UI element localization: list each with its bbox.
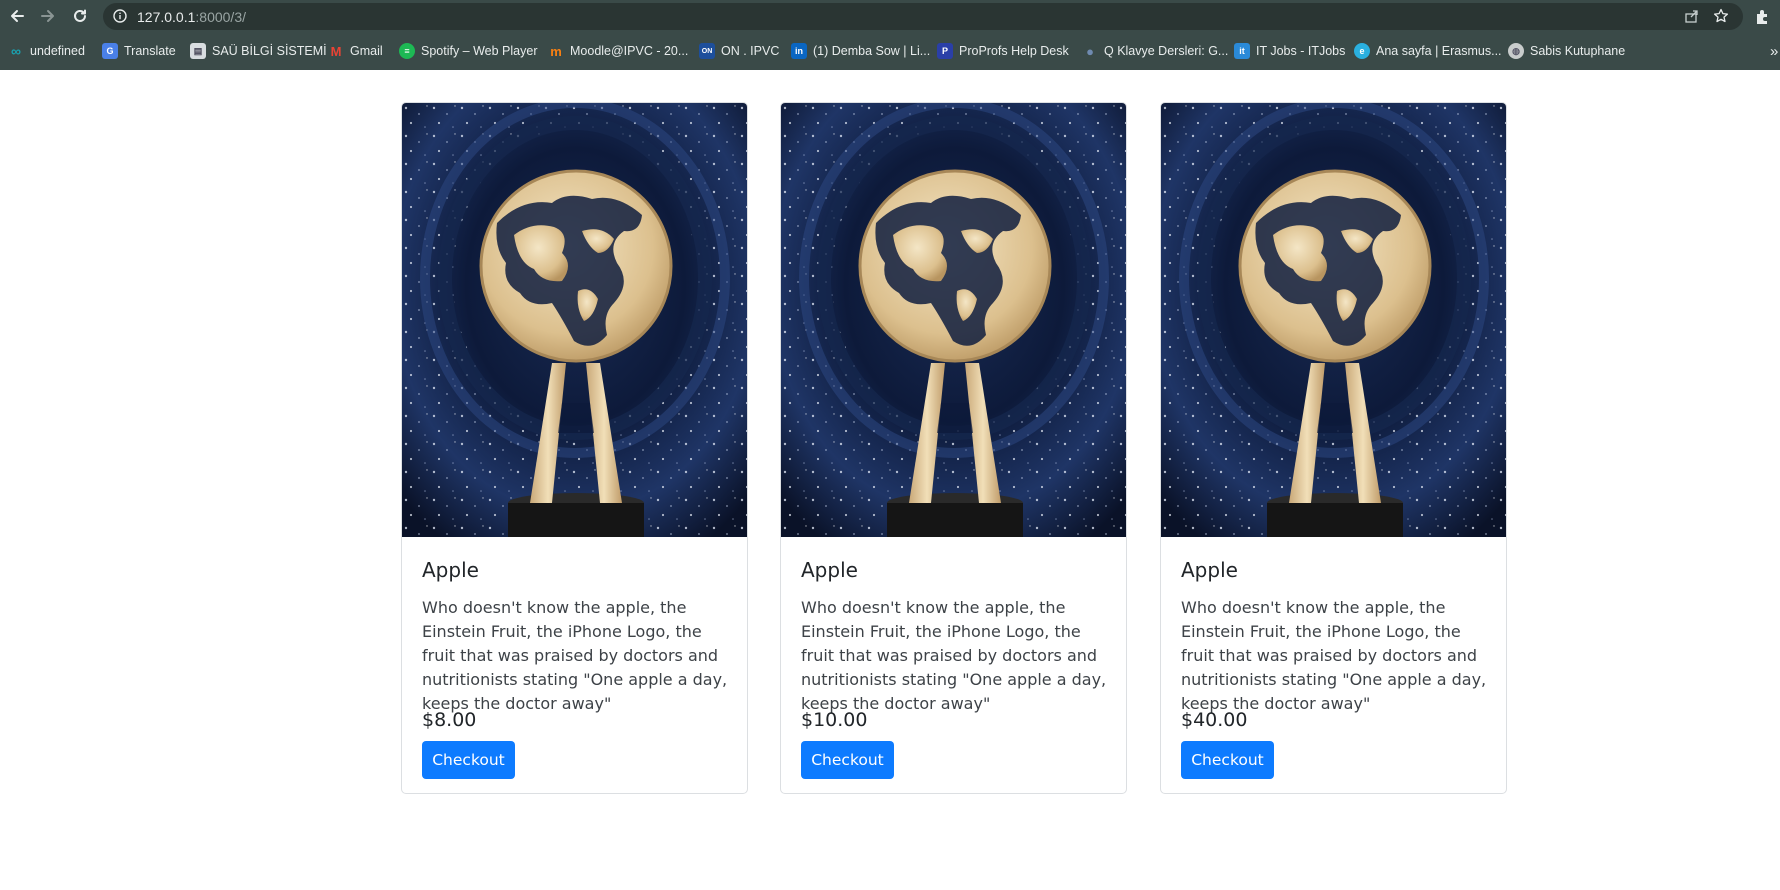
spotify-icon: ≡: [399, 43, 415, 59]
bookmark-label: SAÜ BİLGİ SİSTEMİ: [212, 44, 327, 58]
bookmark-erasmus[interactable]: e Ana sayfa | Erasmus...: [1354, 41, 1502, 61]
product-title: Apple: [422, 558, 479, 582]
product-price: $10.00: [801, 709, 868, 731]
bookmark-proprofs[interactable]: P ProProfs Help Desk: [937, 41, 1069, 61]
moodle-icon: m: [550, 43, 562, 59]
bookmark-label: undefined: [30, 44, 85, 58]
bookmark-sau-bilgi[interactable]: ▤ SAÜ BİLGİ SİSTEMİ: [190, 41, 327, 61]
checkout-button[interactable]: Checkout: [1181, 741, 1274, 779]
bookmark-on-ipvc[interactable]: ON ON . IPVC: [699, 41, 779, 61]
bookmark-klavye[interactable]: ● Q Klavye Dersleri: G...: [1082, 41, 1228, 61]
bookmark-star-icon[interactable]: [1712, 7, 1730, 25]
address-bar-row: 127.0.0.1:8000/3/: [0, 0, 1780, 33]
bookmark-label: Q Klavye Dersleri: G...: [1104, 44, 1229, 58]
bookmark-label: ON . IPVC: [721, 44, 780, 58]
browser-chrome: 127.0.0.1:8000/3/ ∞ undefined G Translat…: [0, 0, 1780, 70]
proprofs-icon: P: [937, 43, 953, 59]
url-host: 127.0.0.1: [137, 9, 196, 25]
site-info-icon[interactable]: [111, 7, 129, 25]
checkout-button[interactable]: Checkout: [801, 741, 894, 779]
bookmark-label: Translate: [124, 44, 176, 58]
product-price: $8.00: [422, 709, 477, 731]
bookmark-linkedin[interactable]: in (1) Demba Sow | Li...: [791, 41, 930, 61]
bookmark-moodle[interactable]: m Moodle@IPVC - 20...: [548, 41, 688, 61]
bookmark-label: Ana sayfa | Erasmus...: [1376, 44, 1502, 58]
product-card: Apple Who doesn't know the apple, the Ei…: [1160, 102, 1507, 794]
bookmark-gmail[interactable]: M Gmail: [328, 41, 383, 61]
gmail-icon: M: [330, 43, 342, 59]
bookmark-label: Gmail: [350, 44, 383, 58]
checkout-button[interactable]: Checkout: [422, 741, 515, 779]
bookmark-label: (1) Demba Sow | Li...: [813, 44, 931, 58]
product-image: [402, 103, 748, 537]
product-card: Apple Who doesn't know the apple, the Ei…: [780, 102, 1127, 794]
product-price: $40.00: [1181, 709, 1248, 731]
erasmus-icon: e: [1354, 43, 1370, 59]
extensions-icon[interactable]: [1752, 5, 1774, 27]
globe-icon: ◍: [1508, 43, 1524, 59]
product-card: Apple Who doesn't know the apple, the Ei…: [401, 102, 748, 794]
on-icon: ON: [699, 43, 715, 59]
product-image: [1161, 103, 1507, 537]
bookmark-label: Spotify – Web Player: [421, 44, 538, 58]
linkedin-icon: in: [791, 43, 807, 59]
bookmark-label: ProProfs Help Desk: [959, 44, 1069, 58]
forward-icon[interactable]: [37, 5, 59, 27]
omnibox[interactable]: 127.0.0.1:8000/3/: [103, 3, 1743, 30]
bookmark-label: IT Jobs - ITJobs: [1256, 44, 1346, 58]
bookmark-label: Sabis Kutuphane: [1530, 44, 1626, 58]
bookmark-itjobs[interactable]: it IT Jobs - ITJobs: [1234, 41, 1345, 61]
google-translate-icon: G: [102, 43, 118, 59]
reload-icon[interactable]: [69, 5, 91, 27]
bookmark-label: Moodle@IPVC - 20...: [570, 44, 689, 58]
product-description: Who doesn't know the apple, the Einstein…: [801, 598, 1107, 713]
url-path: :8000/3/: [195, 9, 246, 25]
product-description: Who doesn't know the apple, the Einstein…: [422, 598, 728, 713]
drop-icon: ●: [1086, 43, 1094, 59]
url-text[interactable]: 127.0.0.1:8000/3/: [137, 9, 246, 25]
document-icon: ▤: [190, 43, 206, 59]
infinity-icon: ∞: [11, 43, 21, 59]
back-icon[interactable]: [6, 5, 28, 27]
product-description: Who doesn't know the apple, the Einstein…: [1181, 598, 1487, 713]
bookmark-spotify[interactable]: ≡ Spotify – Web Player: [399, 41, 538, 61]
bookmarks-overflow-button[interactable]: »: [1770, 41, 1778, 61]
product-image: [781, 103, 1127, 537]
bookmarks-bar: ∞ undefined G Translate ▤ SAÜ BİLGİ SİST…: [0, 37, 1780, 65]
product-title: Apple: [1181, 558, 1238, 582]
product-title: Apple: [801, 558, 858, 582]
bookmark-translate[interactable]: G Translate: [102, 41, 176, 61]
share-icon[interactable]: [1683, 7, 1701, 25]
itjobs-icon: it: [1234, 43, 1250, 59]
bookmark-undefined[interactable]: ∞ undefined: [8, 41, 85, 61]
bookmark-sabis[interactable]: ◍ Sabis Kutuphane: [1508, 41, 1625, 61]
